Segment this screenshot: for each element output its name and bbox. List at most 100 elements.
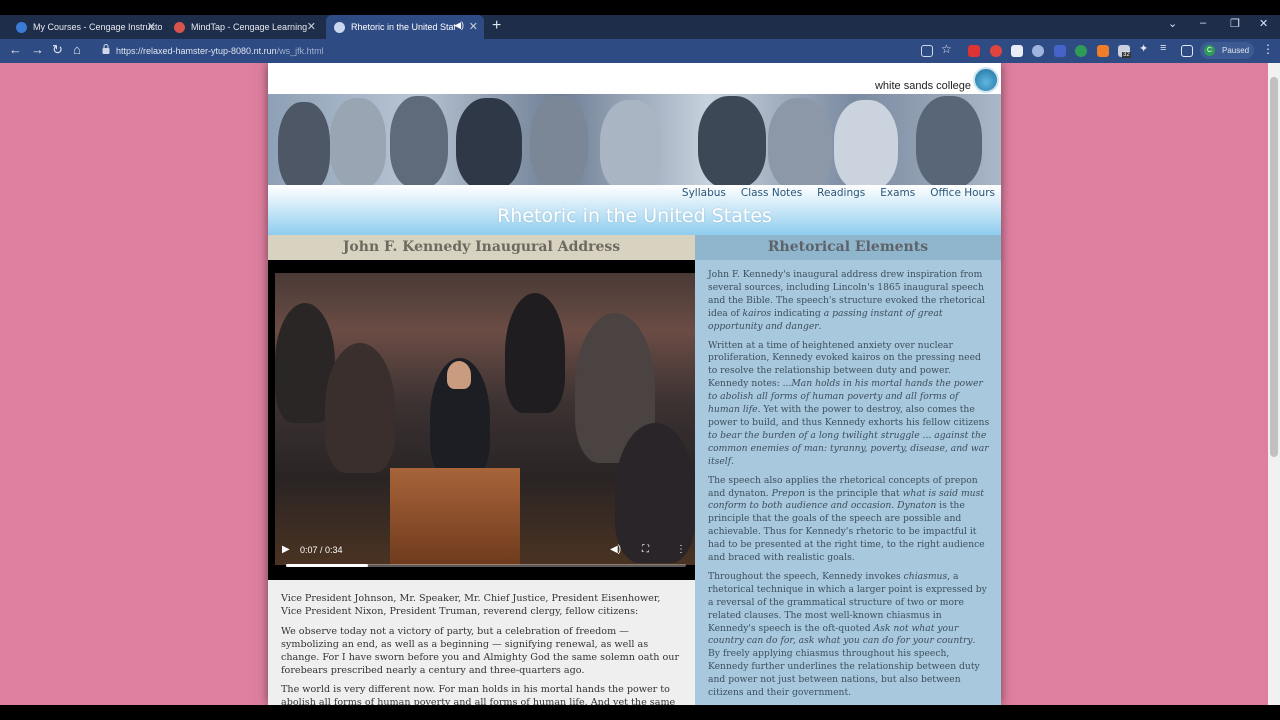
tab-mindtap[interactable]: MindTap - Cengage Learning ✕: [166, 15, 322, 39]
rhetorical-paragraph: Throughout the speech, Kennedy invokes c…: [708, 571, 990, 700]
speech-column: John F. Kennedy Inaugural Address ▶ 0:07…: [268, 235, 695, 705]
address-bar[interactable]: https://relaxed-hamster-ytup-8080.nt.run…: [100, 41, 910, 61]
portrait-speaker: [768, 98, 832, 185]
tab-search-icon[interactable]: ⌄: [1168, 17, 1177, 30]
nav-readings[interactable]: Readings: [817, 187, 865, 199]
speech-paragraph: The world is very different now. For man…: [281, 684, 676, 705]
browser-window: My Courses - Cengage Instructor ✕ MindTa…: [0, 0, 1280, 720]
page-scrollbar[interactable]: [1268, 63, 1280, 705]
college-logo-icon: [973, 67, 999, 93]
paragraph-text: is the principle that: [805, 487, 903, 499]
cengage-favicon-icon: [16, 21, 27, 33]
college-name: white sands college: [874, 80, 971, 92]
crowd-figure: [505, 293, 565, 413]
speakers-banner-image: [268, 94, 1001, 185]
paragraph-text: .: [731, 455, 735, 467]
volume-icon[interactable]: ◀): [610, 544, 621, 555]
italic-quote: Prepon: [771, 487, 805, 499]
window-close-icon[interactable]: ✕: [1259, 17, 1268, 30]
speech-paragraph: Vice President Johnson, Mr. Speaker, Mr.…: [281, 593, 661, 617]
speech-heading: John F. Kennedy Inaugural Address: [268, 235, 695, 260]
browser-toolbar: ← → ↻ ⌂ https://relaxed-hamster-ytup-808…: [0, 39, 1280, 63]
crowd-figure: [325, 343, 395, 473]
speech-paragraph: We observe today not a victory of party,…: [281, 625, 680, 676]
restore-icon[interactable]: ❐: [1230, 17, 1240, 30]
puzzle-extensions-icon[interactable]: ✦: [1139, 42, 1148, 55]
fullscreen-icon[interactable]: ⛶: [642, 544, 649, 555]
portrait-speaker: [600, 100, 662, 185]
portrait-speaker: [390, 96, 448, 185]
url-path: /ws_jfk.html: [276, 46, 324, 56]
extension-icon[interactable]: [1054, 45, 1066, 57]
home-icon[interactable]: ⌂: [73, 42, 81, 57]
close-icon[interactable]: ✕: [469, 20, 478, 33]
adblock-extension-icon[interactable]: [968, 45, 980, 57]
video-player[interactable]: ▶ 0:07 / 0:34 ◀) ⛶ ⋮: [268, 260, 695, 580]
share-icon[interactable]: [921, 45, 933, 57]
play-icon[interactable]: ▶: [282, 544, 290, 555]
more-options-icon[interactable]: ⋮: [676, 544, 686, 555]
rhetorical-elements-text: John F. Kennedy's inaugural address drew…: [708, 269, 990, 705]
minimize-icon[interactable]: –: [1200, 17, 1206, 29]
side-panel-icon[interactable]: [1181, 45, 1193, 57]
tab-title: My Courses - Cengage Instructor: [33, 22, 162, 32]
url-host: https://relaxed-hamster-ytup-8080.nt.run: [116, 46, 277, 56]
tab-title: MindTap - Cengage Learning: [191, 22, 308, 32]
bookmark-star-icon[interactable]: ☆: [941, 42, 952, 56]
tab-rhetoric[interactable]: Rhetoric in the United States ◀) ✕: [326, 15, 484, 39]
close-icon[interactable]: ✕: [147, 20, 156, 33]
checkmark-extension-icon[interactable]: [1075, 45, 1087, 57]
close-icon[interactable]: ✕: [307, 20, 316, 33]
tab-my-courses[interactable]: My Courses - Cengage Instructor ✕: [8, 15, 162, 39]
back-icon[interactable]: ←: [9, 42, 22, 57]
page-viewport: white sands college Syllabus Class Notes: [0, 63, 1280, 705]
extension-icon[interactable]: [1032, 45, 1044, 57]
italic-quote: to bear the burden of a long twilight st…: [708, 429, 989, 467]
mindtap-favicon-icon: [174, 21, 185, 33]
scrollbar-thumb[interactable]: [1270, 77, 1278, 457]
video-progress-fill: [286, 564, 369, 567]
portrait-mlk: [456, 98, 522, 185]
nav-exams[interactable]: Exams: [880, 187, 915, 199]
extension-counter-badge: 32: [1122, 52, 1131, 58]
portrait-speaker: [530, 96, 588, 185]
reload-icon[interactable]: ↻: [52, 42, 63, 58]
rhetorical-paragraph: The speech also applies the rhetorical c…: [708, 475, 990, 565]
extension-icon[interactable]: [1097, 45, 1109, 57]
site-navbar: Syllabus Class Notes Readings Exams Offi…: [268, 185, 1001, 235]
nav-class-notes[interactable]: Class Notes: [741, 187, 802, 199]
italic-quote: kairos: [742, 307, 772, 319]
reading-list-icon[interactable]: ≡: [1160, 42, 1166, 54]
nav-office-hours[interactable]: Office Hours: [930, 187, 995, 199]
site-nav: Syllabus Class Notes Readings Exams Offi…: [682, 187, 995, 199]
extension-icon[interactable]: [1011, 45, 1023, 57]
extension-badge-icon[interactable]: [990, 45, 1002, 57]
portrait-speaker: [916, 96, 982, 185]
paragraph-text: .: [818, 320, 822, 332]
italic-quote: chiasmus: [903, 570, 948, 582]
tab-strip: My Courses - Cengage Instructor ✕ MindTa…: [0, 15, 1280, 39]
new-tab-icon[interactable]: +: [492, 17, 501, 35]
paragraph-text: Throughout the speech, Kennedy invokes: [708, 570, 904, 582]
site-container: white sands college Syllabus Class Notes: [268, 63, 1001, 705]
kebab-menu-icon[interactable]: ⋮: [1262, 42, 1274, 56]
video-progress-bar[interactable]: [286, 564, 686, 567]
profile-avatar: C: [1204, 45, 1215, 56]
speech-text: Vice President Johnson, Mr. Speaker, Mr.…: [281, 593, 683, 705]
portrait-roosevelt: [330, 98, 386, 185]
speaker-icon[interactable]: ◀): [454, 20, 464, 31]
profile-button[interactable]: C Paused: [1200, 42, 1254, 59]
nav-syllabus[interactable]: Syllabus: [682, 187, 726, 199]
video-controls: ▶ 0:07 / 0:34 ◀) ⛶ ⋮: [276, 542, 688, 572]
tab-title: Rhetoric in the United States: [351, 22, 455, 32]
rhetorical-paragraph: Written at a time of heightened anxiety …: [708, 340, 990, 469]
rhetorical-elements-heading: Rhetorical Elements: [695, 235, 1001, 260]
rhetorical-paragraph: John F. Kennedy's inaugural address drew…: [708, 269, 990, 334]
rhetorical-elements-column: Rhetorical Elements John F. Kennedy's in…: [695, 235, 1001, 705]
profile-status: Paused: [1222, 46, 1250, 55]
portrait-jfk: [698, 96, 766, 185]
kennedy-face: [447, 361, 471, 389]
site-title: Rhetoric in the United States: [497, 205, 772, 227]
video-time: 0:07 / 0:34: [300, 545, 343, 555]
forward-icon[interactable]: →: [31, 42, 44, 57]
